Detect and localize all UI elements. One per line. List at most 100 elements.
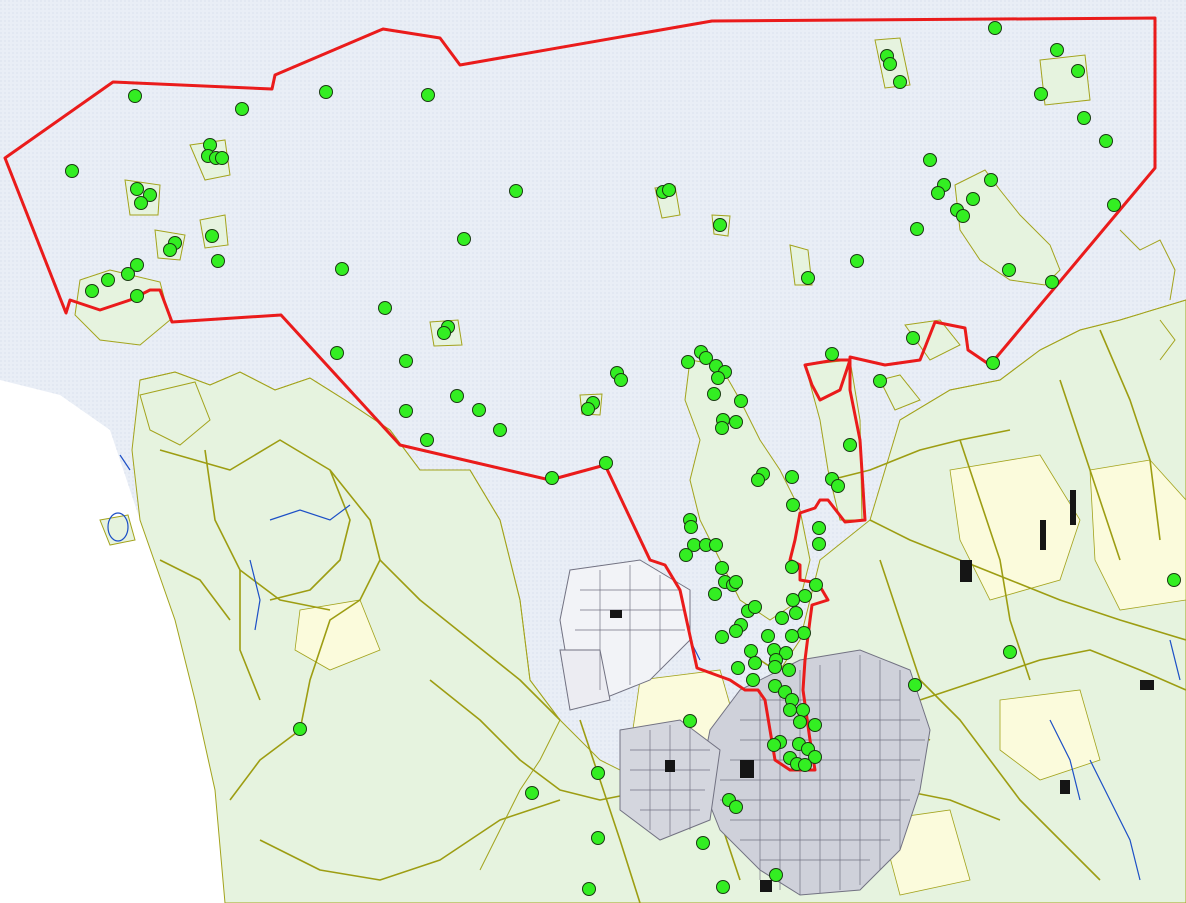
- observation-point[interactable]: [134, 196, 148, 210]
- observation-point[interactable]: [101, 273, 115, 287]
- observation-point[interactable]: [545, 471, 559, 485]
- observation-point[interactable]: [831, 479, 845, 493]
- observation-point[interactable]: [731, 661, 745, 675]
- observation-point[interactable]: [775, 611, 789, 625]
- observation-point[interactable]: [893, 75, 907, 89]
- observation-point[interactable]: [330, 346, 344, 360]
- observation-point[interactable]: [782, 663, 796, 677]
- observation-point[interactable]: [696, 836, 710, 850]
- observation-point[interactable]: [908, 678, 922, 692]
- observation-point[interactable]: [709, 538, 723, 552]
- observation-point[interactable]: [768, 660, 782, 674]
- observation-point[interactable]: [931, 186, 945, 200]
- observation-point[interactable]: [591, 831, 605, 845]
- observation-point[interactable]: [715, 421, 729, 435]
- observation-point[interactable]: [437, 326, 451, 340]
- observation-point[interactable]: [796, 703, 810, 717]
- observation-point[interactable]: [1002, 263, 1016, 277]
- observation-point[interactable]: [614, 373, 628, 387]
- observation-point[interactable]: [399, 354, 413, 368]
- observation-point[interactable]: [1099, 134, 1113, 148]
- observation-point[interactable]: [883, 57, 897, 71]
- observation-point[interactable]: [786, 498, 800, 512]
- observation-point[interactable]: [85, 284, 99, 298]
- observation-point[interactable]: [457, 232, 471, 246]
- observation-point[interactable]: [744, 644, 758, 658]
- observation-point[interactable]: [335, 262, 349, 276]
- observation-point[interactable]: [906, 331, 920, 345]
- observation-point[interactable]: [211, 254, 225, 268]
- observation-point[interactable]: [729, 800, 743, 814]
- observation-point[interactable]: [769, 868, 783, 882]
- observation-point[interactable]: [130, 182, 144, 196]
- observation-point[interactable]: [715, 561, 729, 575]
- observation-point[interactable]: [966, 192, 980, 206]
- observation-point[interactable]: [130, 289, 144, 303]
- observation-point[interactable]: [1107, 198, 1121, 212]
- observation-point[interactable]: [707, 387, 721, 401]
- observation-point[interactable]: [205, 229, 219, 243]
- observation-point[interactable]: [1050, 43, 1064, 57]
- observation-point[interactable]: [1003, 645, 1017, 659]
- observation-point[interactable]: [797, 626, 811, 640]
- observation-point[interactable]: [850, 254, 864, 268]
- observation-point[interactable]: [679, 548, 693, 562]
- observation-point[interactable]: [785, 470, 799, 484]
- observation-point[interactable]: [789, 606, 803, 620]
- observation-point[interactable]: [825, 347, 839, 361]
- observation-point[interactable]: [713, 218, 727, 232]
- observation-point[interactable]: [509, 184, 523, 198]
- observation-point[interactable]: [683, 714, 697, 728]
- observation-point[interactable]: [729, 624, 743, 638]
- observation-point[interactable]: [121, 267, 135, 281]
- observation-point[interactable]: [1077, 111, 1091, 125]
- observation-point[interactable]: [1034, 87, 1048, 101]
- observation-point[interactable]: [1167, 573, 1181, 587]
- observation-point[interactable]: [801, 271, 815, 285]
- observation-point[interactable]: [684, 520, 698, 534]
- observation-point[interactable]: [843, 438, 857, 452]
- observation-point[interactable]: [582, 882, 596, 896]
- observation-point[interactable]: [215, 151, 229, 165]
- observation-point[interactable]: [729, 575, 743, 589]
- observation-point[interactable]: [525, 786, 539, 800]
- observation-point[interactable]: [729, 415, 743, 429]
- observation-point[interactable]: [128, 89, 142, 103]
- observation-point[interactable]: [751, 473, 765, 487]
- observation-point[interactable]: [708, 587, 722, 601]
- observation-point[interactable]: [378, 301, 392, 315]
- observation-point[interactable]: [910, 222, 924, 236]
- observation-point[interactable]: [748, 656, 762, 670]
- observation-point[interactable]: [746, 673, 760, 687]
- observation-point[interactable]: [681, 355, 695, 369]
- observation-point[interactable]: [662, 183, 676, 197]
- observation-point[interactable]: [988, 21, 1002, 35]
- observation-point[interactable]: [812, 537, 826, 551]
- observation-point[interactable]: [450, 389, 464, 403]
- observation-point[interactable]: [163, 243, 177, 257]
- observation-point[interactable]: [783, 703, 797, 717]
- observation-point[interactable]: [798, 758, 812, 772]
- observation-point[interactable]: [1071, 64, 1085, 78]
- observation-point[interactable]: [808, 718, 822, 732]
- observation-point[interactable]: [793, 715, 807, 729]
- observation-point[interactable]: [798, 589, 812, 603]
- observation-point[interactable]: [812, 521, 826, 535]
- observation-point[interactable]: [786, 593, 800, 607]
- observation-point[interactable]: [956, 209, 970, 223]
- observation-point[interactable]: [591, 766, 605, 780]
- map-view[interactable]: [0, 0, 1186, 903]
- observation-point[interactable]: [420, 433, 434, 447]
- observation-point[interactable]: [923, 153, 937, 167]
- observation-point[interactable]: [235, 102, 249, 116]
- observation-point[interactable]: [581, 402, 595, 416]
- observation-point[interactable]: [65, 164, 79, 178]
- observation-point[interactable]: [421, 88, 435, 102]
- observation-point[interactable]: [785, 560, 799, 574]
- observation-point[interactable]: [734, 394, 748, 408]
- observation-point[interactable]: [599, 456, 613, 470]
- observation-point[interactable]: [748, 600, 762, 614]
- observation-point[interactable]: [809, 578, 823, 592]
- observation-point[interactable]: [873, 374, 887, 388]
- observation-point[interactable]: [984, 173, 998, 187]
